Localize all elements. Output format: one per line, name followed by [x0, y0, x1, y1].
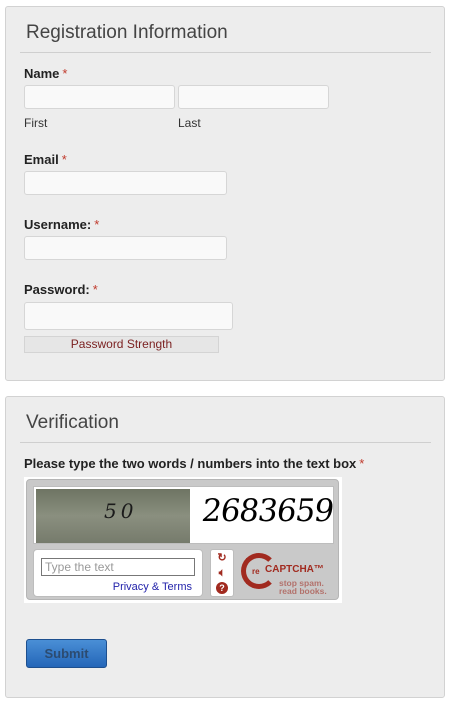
audio-icon[interactable]: 🔈︎	[215, 567, 229, 580]
verification-panel: Verification Please type the two words /…	[5, 396, 445, 698]
username-label: Username: *	[24, 217, 99, 232]
username-required-mark: *	[94, 217, 100, 232]
password-required-mark: *	[92, 282, 98, 297]
privacy-terms-link[interactable]: Privacy & Terms	[113, 581, 192, 593]
verification-title: Verification	[26, 412, 119, 433]
recaptcha-logo: re CAPTCHA™ stop spam. read books.	[241, 551, 337, 597]
email-input[interactable]	[24, 171, 227, 195]
password-label: Password: *	[24, 282, 98, 297]
password-strength-meter: Password Strength	[24, 336, 219, 353]
name-label: Name *	[24, 66, 67, 81]
help-icon[interactable]: ?	[216, 582, 228, 594]
registration-title: Registration Information	[26, 22, 228, 43]
username-label-text: Username:	[24, 217, 92, 232]
first-name-input[interactable]	[24, 85, 175, 109]
captcha-controls: ↻ 🔈︎ ?	[210, 549, 234, 597]
captcha-photo-word: 50	[36, 489, 190, 543]
recaptcha-logo-name: CAPTCHA™	[265, 564, 324, 575]
recaptcha-widget: 50 2683659 Type the text Privacy & Terms…	[24, 477, 342, 603]
refresh-icon[interactable]: ↻	[215, 552, 229, 565]
registration-panel: Registration Information Name * First Las…	[5, 6, 445, 381]
email-label-text: Email	[24, 152, 59, 167]
last-sublabel: Last	[178, 116, 201, 130]
name-label-text: Name	[24, 66, 60, 81]
recaptcha-frame: 50 2683659 Type the text Privacy & Terms…	[26, 479, 339, 600]
name-required-mark: *	[62, 66, 68, 81]
email-required-mark: *	[61, 152, 67, 167]
captcha-prompt: Please type the two words / numbers into…	[24, 456, 364, 471]
captcha-required-mark: *	[359, 456, 365, 471]
last-name-input[interactable]	[178, 85, 329, 109]
password-label-text: Password:	[24, 282, 90, 297]
recaptcha-tagline-2: read books.	[279, 586, 327, 596]
verification-divider	[20, 442, 431, 443]
captcha-word-right: 2683659	[199, 493, 336, 529]
recaptcha-logo-re: re	[252, 567, 260, 576]
captcha-entry-box: Type the text Privacy & Terms	[33, 549, 203, 597]
first-sublabel: First	[24, 116, 48, 130]
email-label: Email *	[24, 152, 67, 167]
captcha-word-left: 50	[104, 499, 138, 523]
registration-divider	[20, 52, 431, 53]
captcha-response-input[interactable]: Type the text	[41, 558, 195, 576]
username-input[interactable]	[24, 236, 227, 260]
recaptcha-tagline: stop spam. read books.	[279, 579, 327, 596]
captcha-image: 50 2683659	[33, 486, 336, 544]
captcha-prompt-text: Please type the two words / numbers into…	[24, 456, 357, 471]
submit-button[interactable]: Submit	[26, 639, 107, 668]
password-input[interactable]	[24, 302, 233, 330]
